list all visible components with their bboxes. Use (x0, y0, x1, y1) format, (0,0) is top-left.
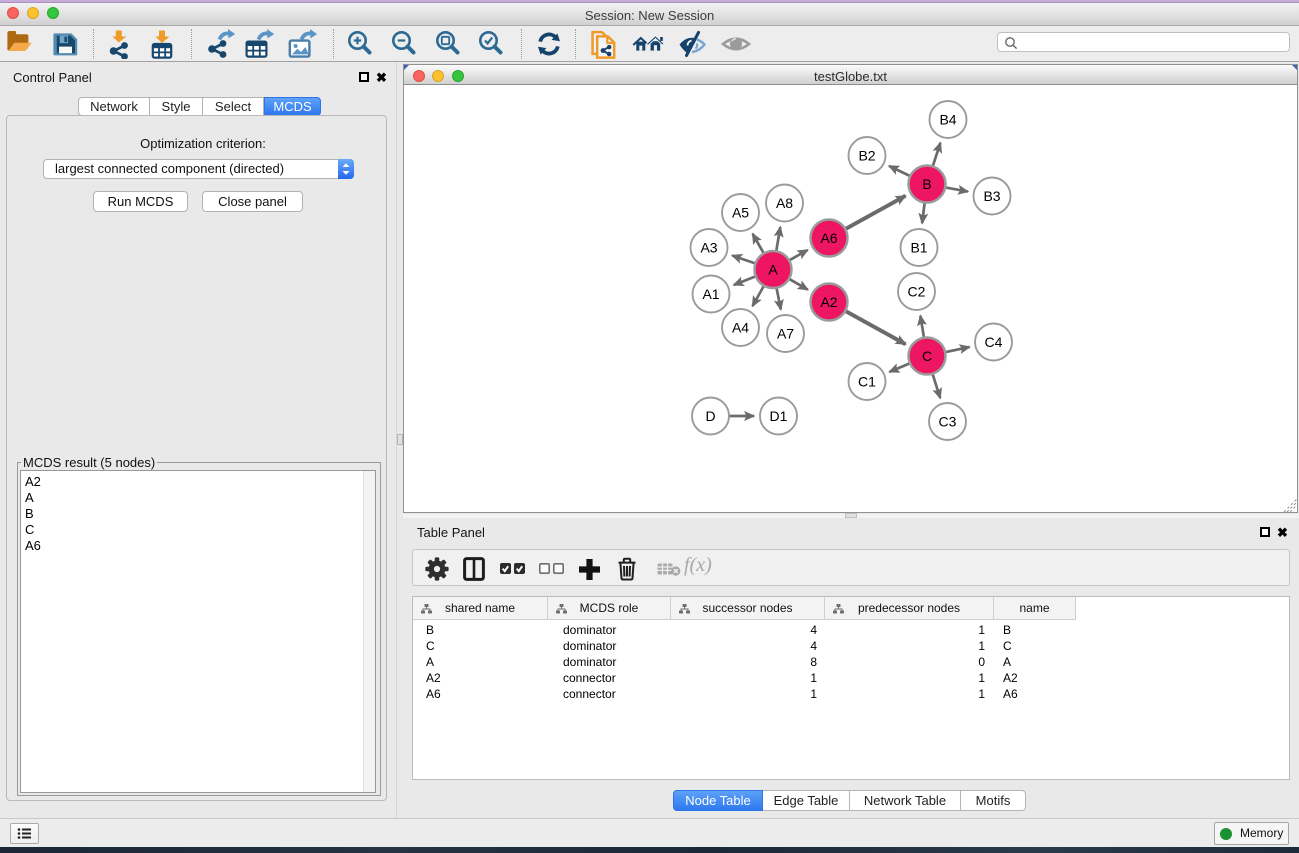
svg-text:A8: A8 (776, 195, 793, 211)
svg-text:C2: C2 (908, 284, 926, 300)
svg-text:B4: B4 (939, 112, 956, 128)
svg-text:B2: B2 (858, 148, 875, 164)
svg-text:A: A (768, 262, 778, 278)
svg-text:B3: B3 (983, 188, 1000, 204)
svg-text:A3: A3 (700, 240, 717, 256)
svg-text:A4: A4 (732, 320, 749, 336)
svg-text:C3: C3 (939, 414, 957, 430)
svg-text:A2: A2 (820, 294, 837, 310)
svg-text:A1: A1 (702, 286, 719, 302)
svg-text:A5: A5 (732, 205, 749, 221)
svg-text:C1: C1 (858, 374, 876, 390)
svg-text:B: B (922, 176, 931, 192)
svg-text:C: C (922, 348, 932, 364)
svg-text:B1: B1 (910, 240, 927, 256)
svg-text:D1: D1 (770, 408, 788, 424)
svg-text:C4: C4 (985, 334, 1003, 350)
svg-text:A7: A7 (777, 326, 794, 342)
svg-text:A6: A6 (820, 230, 837, 246)
svg-text:D: D (705, 408, 715, 424)
